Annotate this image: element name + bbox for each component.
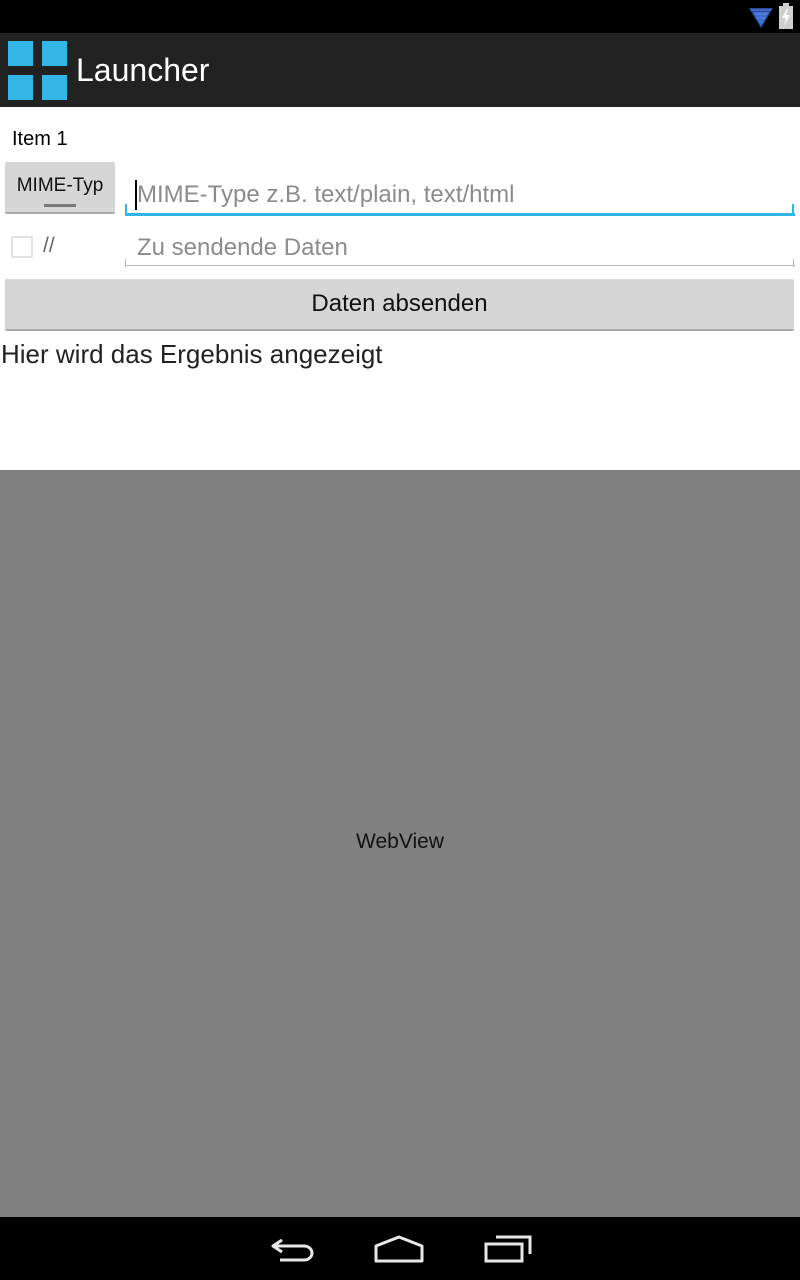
data-input-placeholder: Zu sendende Daten	[137, 234, 348, 261]
battery-icon	[779, 3, 793, 29]
text-cursor	[135, 180, 137, 210]
input-edge	[792, 204, 794, 214]
checkbox[interactable]	[11, 236, 33, 258]
result-text: Hier wird das Ergebnis angezeigt	[1, 339, 383, 369]
status-bar	[0, 0, 800, 33]
navigation-bar	[0, 1217, 800, 1280]
webview[interactable]: WebView	[0, 470, 800, 1217]
input-edge	[125, 259, 126, 267]
home-icon[interactable]	[364, 1231, 434, 1267]
mime-type-spinner[interactable]: MIME-Typ	[5, 162, 115, 214]
checkbox-label: //	[43, 234, 55, 257]
wifi-icon	[749, 8, 773, 28]
item-label: Item 1	[12, 128, 68, 150]
input-edge	[793, 259, 794, 267]
back-icon[interactable]	[257, 1231, 327, 1267]
action-bar: Launcher	[0, 33, 800, 107]
app-grid-icon[interactable]	[8, 41, 68, 101]
send-data-button[interactable]: Daten absenden	[5, 279, 794, 331]
spinner-label: MIME-Typ	[16, 175, 104, 196]
dropdown-indicator-icon	[44, 204, 76, 207]
webview-label: WebView	[356, 830, 444, 853]
recents-icon[interactable]	[473, 1231, 543, 1267]
mime-type-placeholder: MIME-Type z.B. text/plain, text/html	[137, 181, 515, 208]
app-title: Launcher	[76, 52, 210, 88]
input-edge	[125, 204, 127, 214]
